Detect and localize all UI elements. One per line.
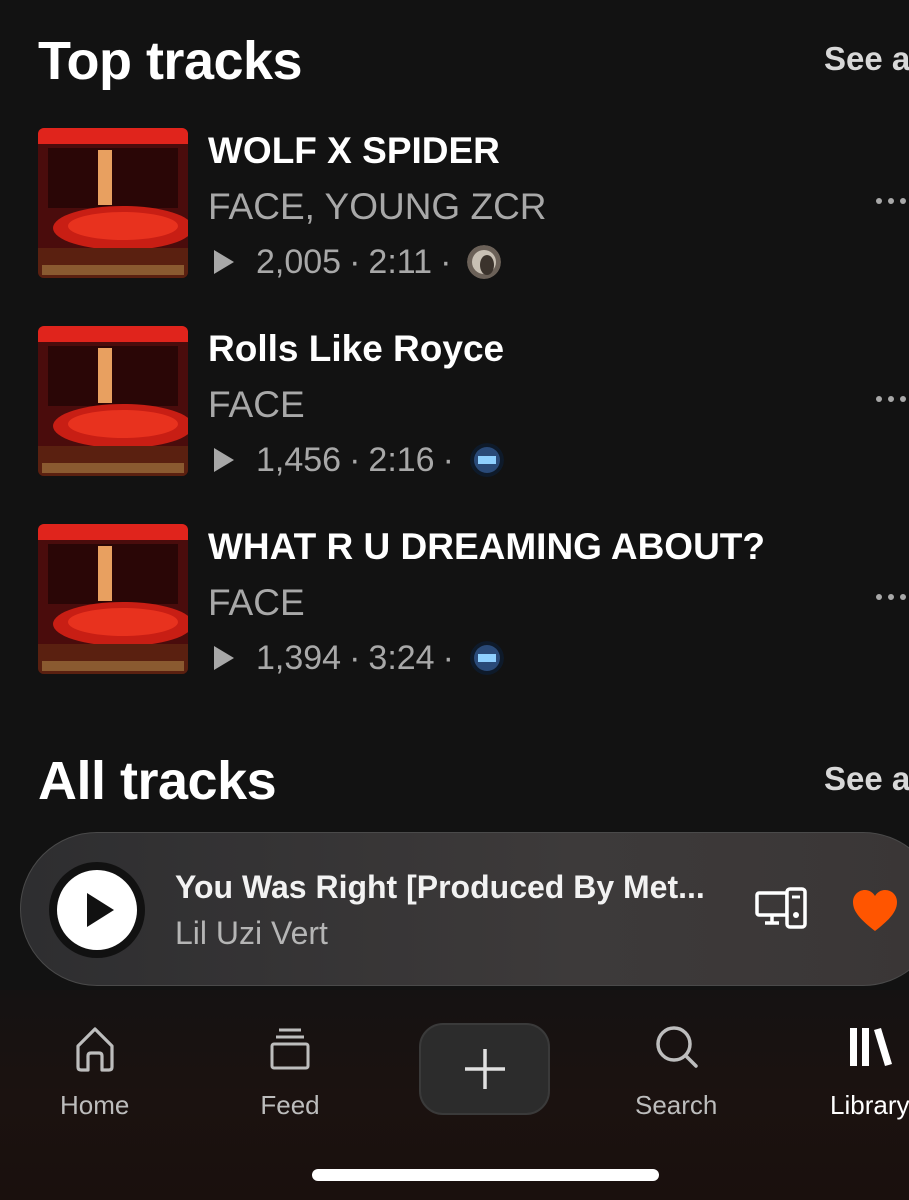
now-playing-title[interactable]: You Was Right [Produced By Met... (175, 869, 705, 906)
top-tracks-see-all-link[interactable]: See a (824, 40, 909, 78)
feed-icon (270, 1028, 310, 1070)
home-indicator[interactable] (312, 1169, 659, 1181)
artist-page: Top tracks See a WOLF X SPIDER FACE, YOU… (0, 0, 909, 1200)
track-duration: 2:16 (368, 440, 435, 479)
separator: · (349, 440, 361, 479)
all-tracks-header: All tracks See a (38, 750, 909, 820)
nav-feed[interactable]: Feed (260, 1020, 320, 1121)
track-meta: 1,394 · 3:24 · (214, 638, 504, 678)
nav-search[interactable]: Search (635, 1020, 717, 1121)
plus-icon (464, 1049, 505, 1089)
track-row[interactable]: Rolls Like Royce FACE 1,456 · 2:16 · (0, 326, 909, 481)
top-tracks-title: Top tracks (38, 31, 303, 91)
track-duration: 3:24 (368, 638, 435, 677)
separator: · (349, 242, 361, 281)
more-options-icon[interactable] (876, 186, 909, 216)
play-icon (57, 870, 137, 950)
play-count-icon (214, 250, 234, 274)
mini-player[interactable]: You Was Right [Produced By Met... Lil Uz… (20, 832, 909, 986)
play-button[interactable] (49, 862, 145, 958)
track-title: WHAT R U DREAMING ABOUT? (208, 526, 765, 567)
play-count-icon (214, 448, 234, 472)
track-artwork[interactable] (38, 524, 188, 674)
upload-button[interactable] (419, 1023, 550, 1115)
cast-device-icon[interactable] (755, 887, 809, 931)
play-count: 2,005 (256, 242, 342, 281)
track-title: Rolls Like Royce (208, 328, 505, 369)
more-options-icon[interactable] (876, 384, 909, 414)
track-meta: 1,456 · 2:16 · (214, 440, 504, 480)
nav-library-label: Library (830, 1090, 909, 1120)
all-tracks-title: All tracks (38, 751, 277, 811)
top-tracks-header: Top tracks See a (38, 30, 909, 100)
search-icon (656, 1026, 698, 1068)
nav-home[interactable]: Home (60, 1020, 129, 1121)
track-meta: 2,005 · 2:11 · (214, 242, 502, 282)
like-heart-icon[interactable] (851, 889, 899, 933)
track-artist: FACE (208, 582, 305, 623)
library-icon (850, 1028, 892, 1066)
track-artist: FACE (208, 384, 305, 425)
track-artwork[interactable] (38, 128, 188, 278)
track-artist: FACE, YOUNG ZCR (208, 186, 547, 227)
nav-feed-label: Feed (260, 1090, 320, 1120)
nav-search-label: Search (635, 1090, 718, 1120)
nav-home-label: Home (60, 1090, 130, 1120)
all-tracks-see-all-link[interactable]: See a (824, 760, 909, 798)
play-count-icon (214, 646, 234, 670)
track-row[interactable]: WOLF X SPIDER FACE, YOUNG ZCR 2,005 · 2:… (0, 128, 909, 283)
more-options-icon[interactable] (876, 582, 909, 612)
user-avatar-icon (467, 245, 502, 279)
now-playing-artist[interactable]: Lil Uzi Vert (175, 915, 328, 952)
user-avatar-icon (469, 641, 504, 675)
separator: · (440, 242, 452, 281)
nav-library[interactable]: Library (830, 1020, 909, 1121)
separator: · (442, 638, 454, 677)
track-title: WOLF X SPIDER (208, 130, 500, 171)
track-row[interactable]: WHAT R U DREAMING ABOUT? FACE 1,394 · 3:… (0, 524, 909, 679)
home-icon (76, 1027, 114, 1072)
track-duration: 2:11 (368, 242, 433, 281)
track-artwork[interactable] (38, 326, 188, 476)
separator: · (349, 638, 361, 677)
play-count: 1,394 (256, 638, 342, 677)
separator: · (442, 440, 454, 479)
play-count: 1,456 (256, 440, 342, 479)
user-avatar-icon (469, 443, 504, 477)
